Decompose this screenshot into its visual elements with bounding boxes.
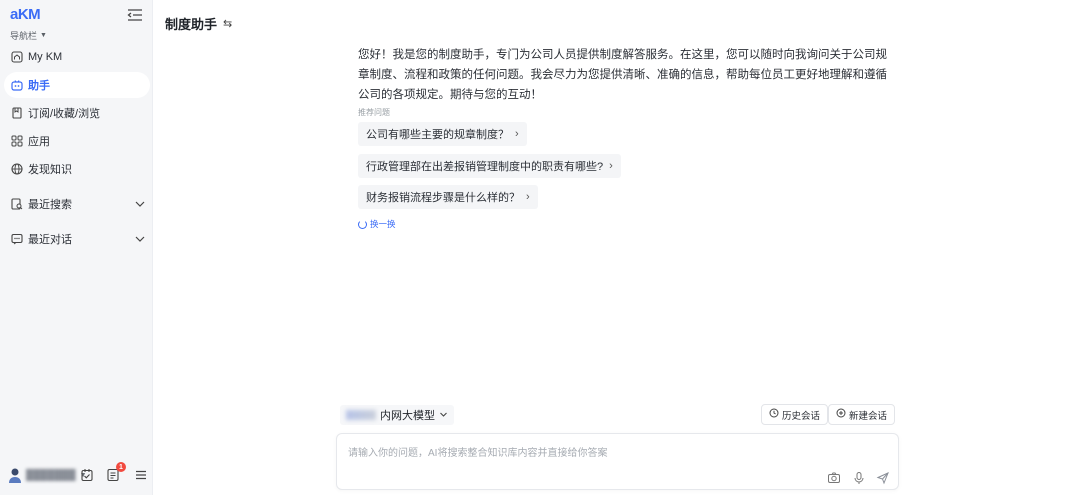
sidebar-item-label: 应用 [28, 136, 50, 148]
sidebar-item-discover[interactable]: 发现知识 [4, 156, 150, 182]
sidebar-item-label: 订阅/收藏/浏览 [28, 108, 101, 120]
chat-input[interactable] [348, 444, 888, 464]
new-chat-button[interactable]: 新建会话 [828, 404, 896, 425]
welcome-message: 您好！我是您的制度助手，专门为公司人员提供制度解答服务。在这里，您可以随时向我询… [358, 49, 887, 101]
suggested-question[interactable]: 公司有哪些主要的规章制度？ › [358, 122, 527, 146]
suggestions-caption: 推荐问题 [358, 108, 390, 117]
sidebar-item-label: My KM [28, 51, 63, 63]
apps-icon [11, 135, 23, 147]
user-name-blurred: ███████ [26, 469, 76, 481]
suggested-question[interactable]: 行政管理部在出差报销管理制度中的职责有哪些? › [358, 154, 621, 178]
suggested-question-text: 公司有哪些主要的规章制度？ [366, 129, 509, 141]
sidebar-item-recent-chats[interactable]: 最近对话 [4, 226, 150, 252]
suggested-question-text: 行政管理部在出差报销管理制度中的职责有哪些? [366, 161, 604, 173]
chevron-down-icon[interactable] [134, 198, 146, 210]
sidebar-item-apps[interactable]: 应用 [4, 128, 150, 154]
sidebar-item-subscriptions[interactable]: 订阅/收藏/浏览 [4, 100, 150, 126]
clock-icon [769, 408, 779, 421]
plus-circle-icon [836, 408, 846, 421]
chat-icon [11, 233, 23, 245]
app-logo[interactable]: aKM [10, 6, 41, 23]
page-title-text: 制度助手 [165, 17, 218, 32]
sidebar-item-label: 发现知识 [28, 164, 72, 176]
nav-caption-label: 导航栏 [10, 31, 38, 41]
suggested-question-text: 财务报销流程步骤是什么样的？ [366, 192, 520, 204]
sidebar: aKM 导航栏 ▼ My KM 助手 订阅/收藏/浏览 应用 发现知识 最近搜索… [0, 0, 153, 495]
user-menu[interactable]: ███████ ▼ [8, 467, 87, 483]
chevron-down-icon [439, 410, 448, 421]
microphone-icon[interactable] [852, 471, 866, 485]
sidebar-item-mykm[interactable]: My KM [4, 44, 150, 70]
bookmark-icon [11, 107, 23, 119]
sidebar-item-recent-search[interactable]: 最近搜索 [4, 191, 150, 217]
send-icon[interactable] [876, 471, 890, 485]
sidebar-footer: ███████ ▼ 1 [0, 455, 153, 495]
model-select[interactable]: 内网大模型 [340, 405, 454, 425]
chevron-right-icon: › [515, 128, 519, 140]
model-select-label: 内网大模型 [380, 410, 435, 422]
suggested-question[interactable]: 财务报销流程步骤是什么样的？ › [358, 185, 538, 209]
refresh-label: 换一换 [370, 219, 396, 229]
chevron-down-icon[interactable] [134, 233, 146, 245]
home-icon [11, 51, 23, 63]
refresh-icon [358, 219, 367, 229]
camera-icon[interactable] [827, 471, 841, 485]
history-chats-label: 历史会话 [782, 410, 821, 422]
switch-assistant-icon[interactable]: ⇆ [223, 17, 232, 30]
collapse-sidebar-icon[interactable] [127, 8, 143, 22]
avatar [8, 467, 22, 483]
menu-icon[interactable] [134, 468, 148, 482]
sidebar-item-assistant[interactable]: 助手 [4, 72, 150, 98]
page-title: 制度助手 ⇆ [165, 14, 232, 33]
chevron-right-icon: › [526, 191, 530, 203]
nav-caption[interactable]: 导航栏 ▼ [10, 29, 47, 42]
chevron-right-icon: › [609, 160, 613, 172]
sidebar-item-label: 最近搜索 [28, 199, 72, 211]
calendar-check-icon[interactable] [80, 468, 94, 482]
robot-icon [11, 79, 23, 91]
search-doc-icon [11, 198, 23, 210]
refresh-suggestions-button[interactable]: 换一换 [358, 218, 396, 230]
history-chats-button[interactable]: 历史会话 [761, 404, 829, 425]
model-brand-blurred [346, 410, 376, 420]
sidebar-item-label: 最近对话 [28, 234, 72, 246]
chat-input-box [336, 433, 899, 490]
new-chat-label: 新建会话 [849, 410, 888, 422]
caret-down-icon: ▼ [40, 32, 47, 39]
globe-icon [11, 163, 23, 175]
sidebar-item-label: 助手 [28, 80, 50, 92]
notification-badge: 1 [116, 462, 126, 472]
